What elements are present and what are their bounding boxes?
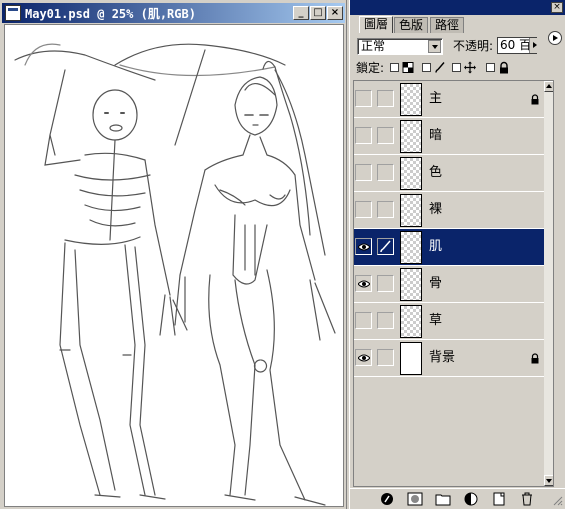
layer-row[interactable]: 裸 <box>354 192 544 229</box>
chevron-down-icon[interactable] <box>428 40 441 53</box>
brush-lock-icon <box>435 62 445 73</box>
layer-name: 色 <box>429 165 443 180</box>
link-toggle[interactable] <box>377 90 394 107</box>
document-title: May01.psd @ 25% (肌,RGB) <box>25 6 196 21</box>
link-toggle[interactable] <box>377 164 394 181</box>
padlock-icon <box>530 94 540 105</box>
document-icon <box>5 5 21 21</box>
layer-name: 肌 <box>429 239 443 254</box>
maximize-button[interactable]: □ <box>310 6 326 20</box>
layer-thumbnail <box>400 342 422 375</box>
lock-row: 鎖定: <box>356 60 560 76</box>
lock-label: 鎖定: <box>356 61 385 75</box>
scroll-down-button[interactable] <box>544 475 553 486</box>
new-layer-icon[interactable] <box>490 491 508 507</box>
add-layer-style-icon[interactable] <box>378 491 396 507</box>
layer-row[interactable]: 骨 <box>354 266 544 303</box>
resize-grip-icon[interactable] <box>551 494 563 506</box>
move-lock-icon <box>464 61 476 74</box>
padlock-icon <box>530 353 540 364</box>
layer-name: 暗 <box>429 128 443 143</box>
layer-row[interactable]: 色 <box>354 155 544 192</box>
visibility-toggle[interactable] <box>355 90 372 107</box>
link-toggle[interactable] <box>377 201 394 218</box>
layer-row[interactable]: 肌 <box>354 229 544 266</box>
visibility-toggle[interactable] <box>355 127 372 144</box>
layers-panel: × 圖層 色版 路徑 正常 不透明: 60 百 鎖定: 主暗色裸肌骨草背景 <box>349 0 565 509</box>
blend-mode-value: 正常 <box>361 39 386 53</box>
brush-icon <box>380 240 391 253</box>
canvas[interactable] <box>4 24 344 507</box>
panel-close-button[interactable]: × <box>551 2 563 13</box>
layer-thumbnail <box>400 120 422 153</box>
link-toggle[interactable] <box>377 349 394 366</box>
padlock-icon <box>500 61 508 74</box>
lock-transparency-checkbox[interactable] <box>390 63 399 72</box>
tab-paths[interactable]: 路徑 <box>430 17 465 33</box>
layer-name: 主 <box>429 91 443 106</box>
layer-row[interactable]: 主 <box>354 81 544 118</box>
new-set-icon[interactable] <box>434 491 452 507</box>
layer-row[interactable]: 暗 <box>354 118 544 155</box>
tab-channels[interactable]: 色版 <box>394 17 429 33</box>
eye-icon <box>358 354 370 362</box>
lock-position-checkbox[interactable] <box>452 63 461 72</box>
close-button[interactable]: × <box>327 6 343 20</box>
lock-image-checkbox[interactable] <box>422 63 431 72</box>
visibility-toggle[interactable] <box>355 201 372 218</box>
layer-thumbnail <box>400 157 422 190</box>
sketch-artwork <box>14 43 336 506</box>
layer-name: 背景 <box>429 350 456 365</box>
opacity-label: 不透明: <box>453 39 494 53</box>
layer-row[interactable]: 背景 <box>354 340 544 377</box>
lock-all-checkbox[interactable] <box>486 63 495 72</box>
visibility-toggle[interactable] <box>355 312 372 329</box>
scroll-up-button[interactable] <box>544 81 553 92</box>
panel-bottom-toolbar <box>350 488 565 508</box>
link-toggle[interactable] <box>377 275 394 292</box>
visibility-toggle[interactable] <box>355 164 372 181</box>
link-toggle[interactable] <box>377 127 394 144</box>
layer-list-scrollbar[interactable] <box>544 81 553 486</box>
layer-thumbnail <box>400 83 422 116</box>
minimize-button[interactable]: _ <box>293 6 309 20</box>
link-toggle[interactable] <box>377 238 394 255</box>
layer-row[interactable]: 草 <box>354 303 544 340</box>
eye-icon <box>358 280 370 288</box>
layer-thumbnail <box>400 268 422 301</box>
add-mask-icon[interactable] <box>406 491 424 507</box>
layer-list: 主暗色裸肌骨草背景 <box>353 80 554 487</box>
visibility-toggle[interactable] <box>355 349 372 366</box>
document-window: May01.psd @ 25% (肌,RGB) _ □ × <box>0 0 347 509</box>
tab-layers[interactable]: 圖層 <box>359 16 394 33</box>
blend-mode-select[interactable]: 正常 <box>357 38 443 55</box>
panel-titlebar[interactable]: × <box>350 0 565 15</box>
layer-thumbnail <box>400 231 422 264</box>
layer-name: 骨 <box>429 276 443 291</box>
opacity-slider-button[interactable] <box>529 38 539 53</box>
panel-tab-bar: 圖層 色版 路徑 <box>350 15 565 45</box>
layer-name: 裸 <box>429 202 443 217</box>
new-adjustment-layer-icon[interactable] <box>462 491 480 507</box>
document-titlebar[interactable]: May01.psd @ 25% (肌,RGB) _ □ × <box>2 3 345 23</box>
link-toggle[interactable] <box>377 312 394 329</box>
transparency-lock-icon <box>402 62 414 73</box>
panel-menu-button[interactable] <box>548 31 562 45</box>
layer-name: 草 <box>429 313 443 328</box>
layer-thumbnail <box>400 194 422 227</box>
delete-layer-icon[interactable] <box>518 491 536 507</box>
eye-icon <box>358 243 370 251</box>
layer-thumbnail <box>400 305 422 338</box>
visibility-toggle[interactable] <box>355 238 372 255</box>
visibility-toggle[interactable] <box>355 275 372 292</box>
